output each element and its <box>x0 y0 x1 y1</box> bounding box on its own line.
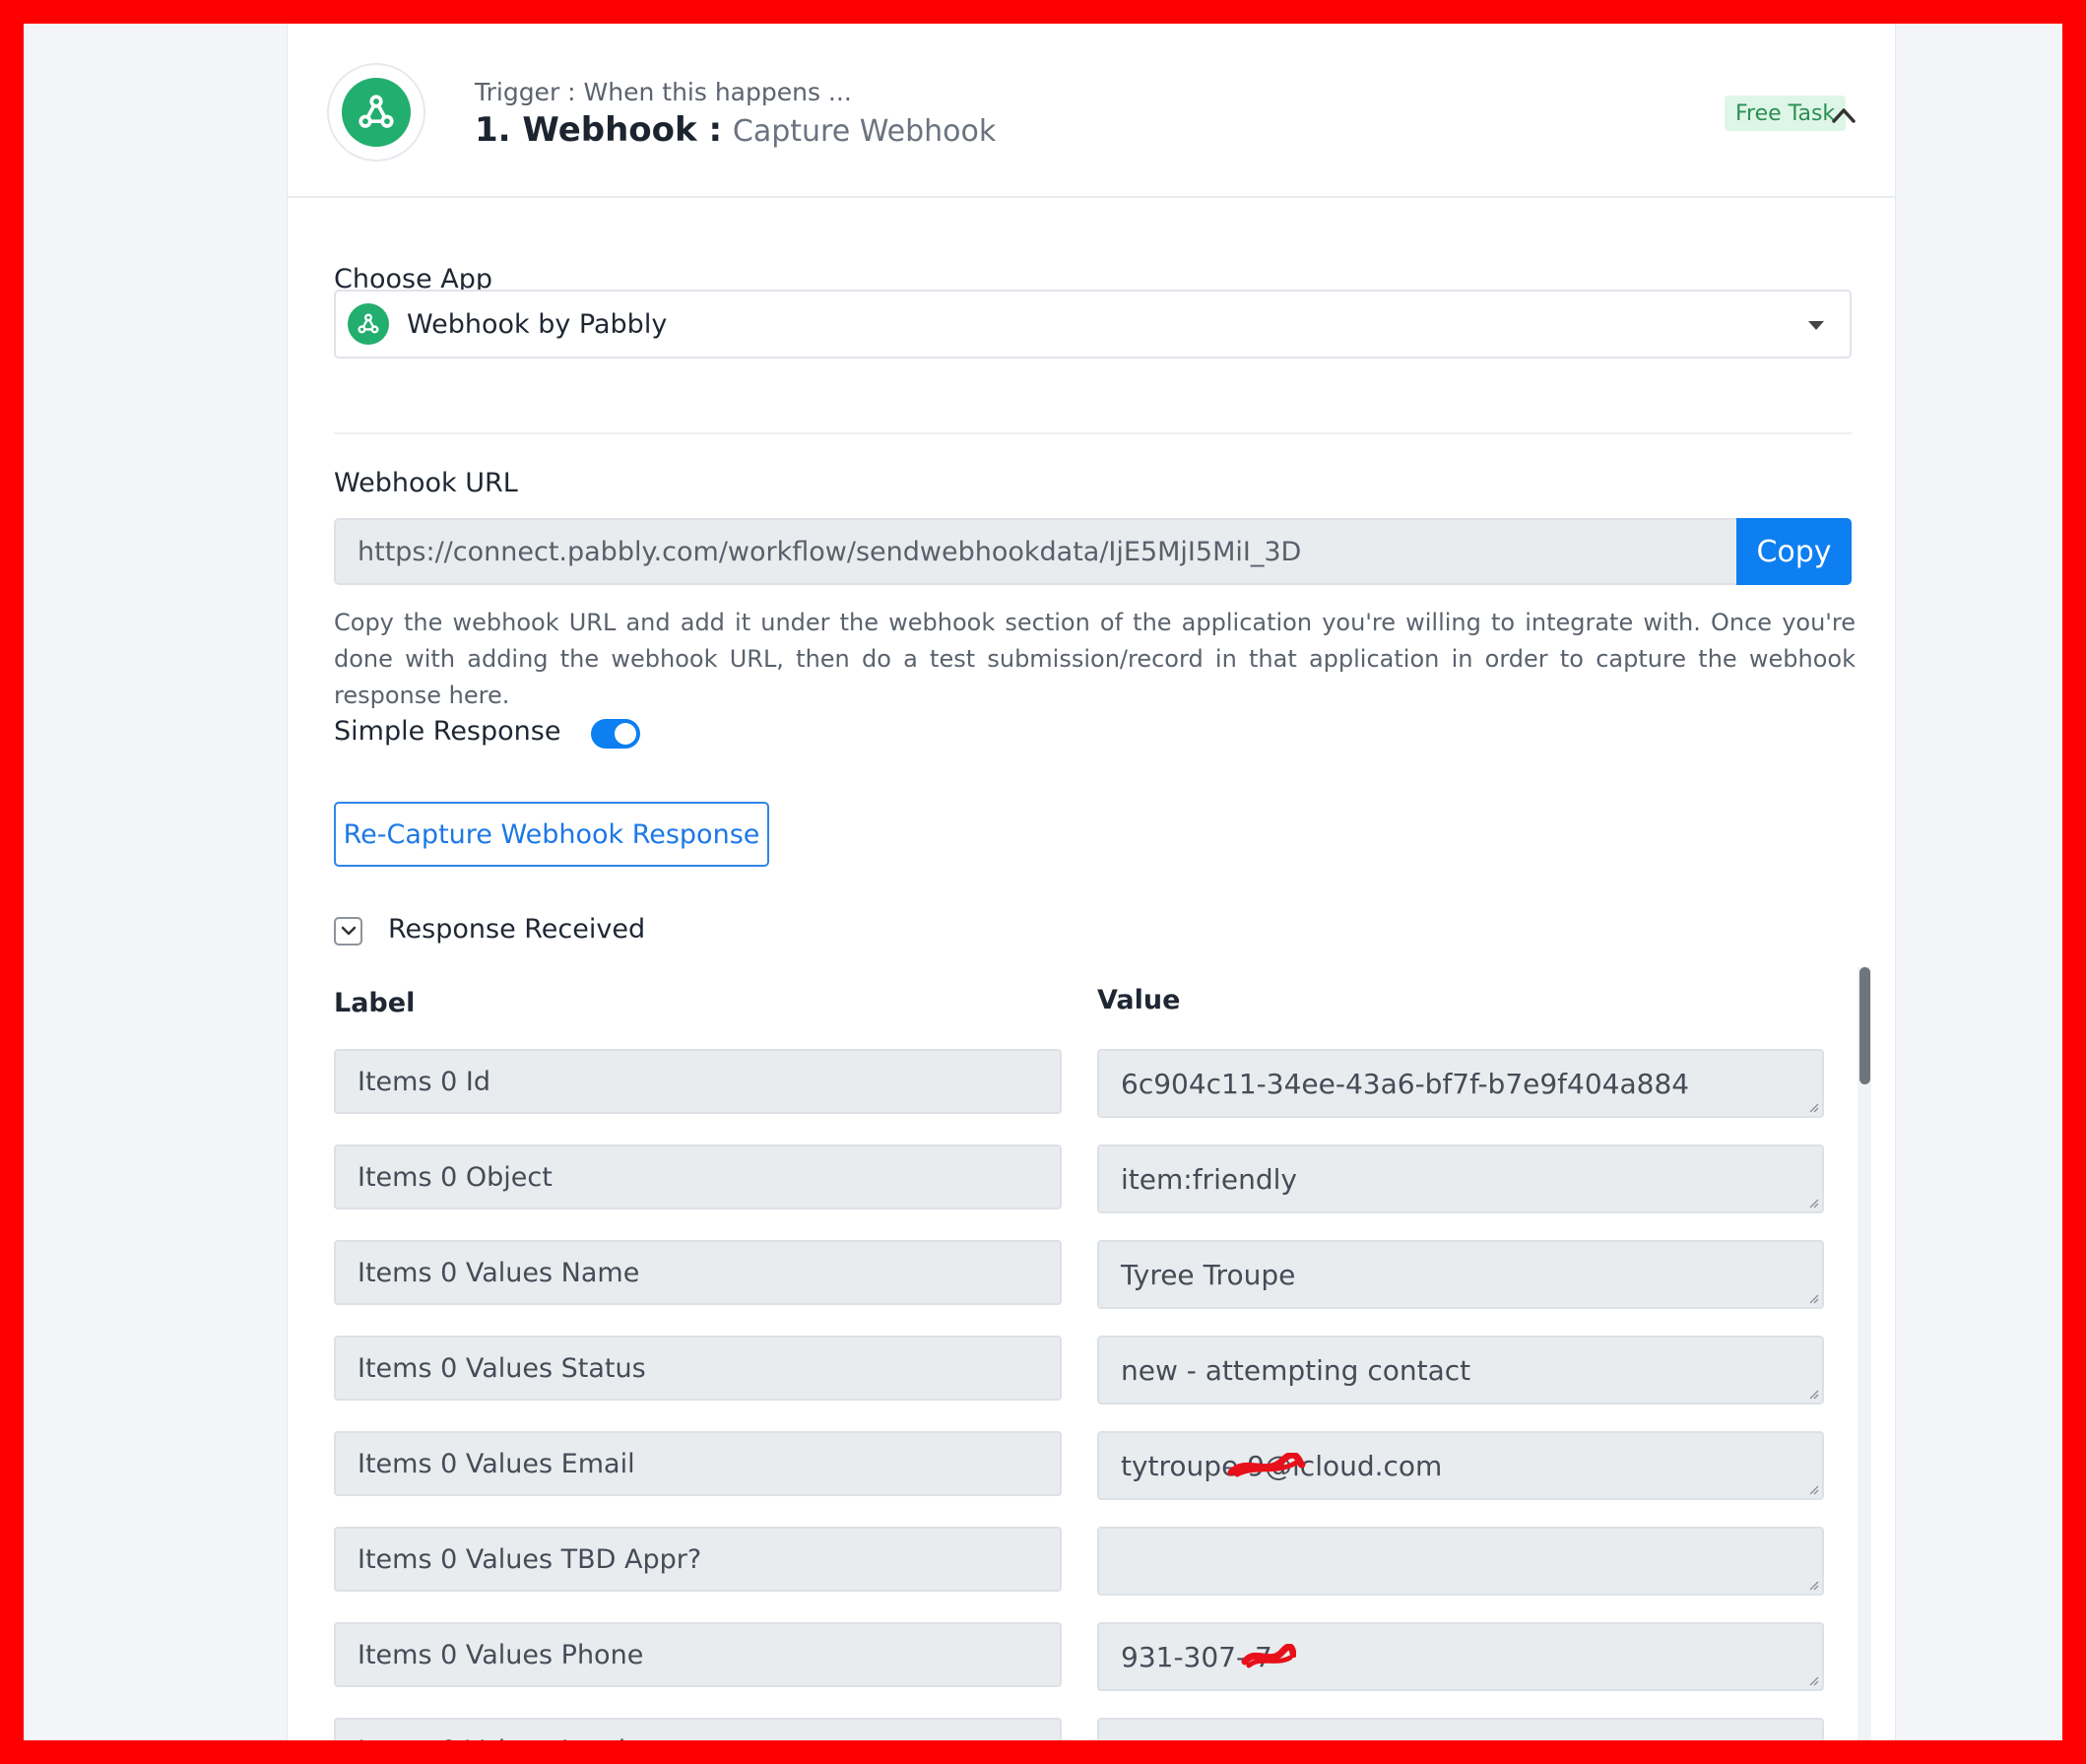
response-expand-chevron-down-icon[interactable] <box>334 917 362 946</box>
response-scrollbar-thumb[interactable] <box>1859 967 1870 1084</box>
resize-grip-icon[interactable] <box>1807 1101 1819 1113</box>
response-received-label: Response Received <box>388 914 646 945</box>
table-row: Items 0 Values Email tytroupe 9@icloud.c… <box>334 1431 1824 1527</box>
dropdown-caret-icon <box>1808 321 1824 330</box>
page-background: Trigger : When this happens ... 1. Webho… <box>24 24 2062 1740</box>
webhook-logo-icon <box>342 78 411 147</box>
resize-grip-icon[interactable] <box>1807 1292 1819 1304</box>
selected-app-name: Webhook by Pabbly <box>407 308 668 340</box>
table-row: Items 0 Values Lender <box>334 1718 1824 1740</box>
row-value-text: item:friendly <box>1121 1162 1297 1196</box>
trigger-subtitle: Trigger : When this happens ... <box>475 78 852 106</box>
trigger-header[interactable]: Trigger : When this happens ... 1. Webho… <box>288 24 1895 198</box>
row-value-field[interactable]: item:friendly <box>1097 1144 1824 1213</box>
row-value-text: 931-307- 7 <box>1121 1640 1272 1673</box>
table-row: Items 0 Values TBD Appr? <box>334 1527 1824 1622</box>
trigger-card: Trigger : When this happens ... 1. Webho… <box>287 24 1896 1740</box>
label-column-header: Label <box>334 988 416 1018</box>
step-app-name: 1. Webhook : <box>475 110 723 150</box>
simple-response-label: Simple Response <box>334 716 561 747</box>
webhook-url-field[interactable]: https://connect.pabbly.com/workflow/send… <box>334 518 1736 585</box>
row-label-field[interactable]: Items 0 Values Phone <box>334 1622 1062 1687</box>
row-value-field[interactable]: 6c904c11-34ee-43a6-bf7f-b7e9f404a884 <box>1097 1049 1824 1118</box>
trigger-step-title: 1. Webhook : Capture Webhook <box>475 110 996 150</box>
row-label-field[interactable]: Items 0 Values Status <box>334 1336 1062 1401</box>
table-row: Items 0 Id 6c904c11-34ee-43a6-bf7f-b7e9f… <box>334 1049 1824 1144</box>
resize-grip-icon[interactable] <box>1807 1674 1819 1686</box>
collapse-chevron-up-icon[interactable] <box>1826 98 1861 133</box>
webhook-help-text: Copy the webhook URL and add it under th… <box>334 609 1856 709</box>
row-value-field[interactable] <box>1097 1527 1824 1596</box>
table-row: Items 0 Values Name Tyree Troupe <box>334 1240 1824 1336</box>
response-table: Items 0 Id 6c904c11-34ee-43a6-bf7f-b7e9f… <box>334 1049 1824 1740</box>
row-value-field[interactable] <box>1097 1718 1824 1740</box>
toggle-knob <box>615 723 636 745</box>
webhook-url-label: Webhook URL <box>334 468 518 498</box>
table-row: Items 0 Values Phone 931-307- 7 <box>334 1622 1824 1718</box>
webhook-logo-ring <box>327 63 425 162</box>
row-value-text: 6c904c11-34ee-43a6-bf7f-b7e9f404a884 <box>1121 1067 1690 1100</box>
row-value-text: new - attempting contact <box>1121 1353 1471 1387</box>
table-row: Items 0 Values Status new - attempting c… <box>334 1336 1824 1431</box>
row-label-field[interactable]: Items 0 Values Email <box>334 1431 1062 1496</box>
resize-grip-icon[interactable] <box>1807 1197 1819 1209</box>
choose-app-select[interactable]: Webhook by Pabbly <box>334 290 1852 359</box>
table-row: Items 0 Object item:friendly <box>334 1144 1824 1240</box>
row-value-text: Tyree Troupe <box>1121 1258 1296 1291</box>
value-column-header: Value <box>1097 985 1181 1015</box>
copy-url-button[interactable]: Copy <box>1736 518 1852 585</box>
recapture-webhook-button[interactable]: Re-Capture Webhook Response <box>334 802 769 867</box>
row-value-text: tytroupe 9@icloud.com <box>1121 1449 1443 1482</box>
row-value-field[interactable]: tytroupe 9@icloud.com <box>1097 1431 1824 1500</box>
row-value-field[interactable]: new - attempting contact <box>1097 1336 1824 1405</box>
row-value-field[interactable]: Tyree Troupe <box>1097 1240 1824 1309</box>
resize-grip-icon[interactable] <box>1807 1579 1819 1591</box>
row-label-field[interactable]: Items 0 Object <box>334 1144 1062 1209</box>
simple-response-toggle[interactable] <box>591 719 640 749</box>
row-label-field[interactable]: Items 0 Id <box>334 1049 1062 1114</box>
resize-grip-icon[interactable] <box>1807 1388 1819 1400</box>
step-action-name: Capture Webhook <box>732 114 997 149</box>
row-label-field[interactable]: Items 0 Values Name <box>334 1240 1062 1305</box>
row-label-field[interactable]: Items 0 Values TBD Appr? <box>334 1527 1062 1592</box>
row-label-field[interactable]: Items 0 Values Lender <box>334 1718 1062 1740</box>
webhook-app-icon <box>348 303 389 345</box>
row-value-field[interactable]: 931-307- 7 <box>1097 1622 1824 1691</box>
section-divider <box>334 432 1852 434</box>
resize-grip-icon[interactable] <box>1807 1483 1819 1495</box>
